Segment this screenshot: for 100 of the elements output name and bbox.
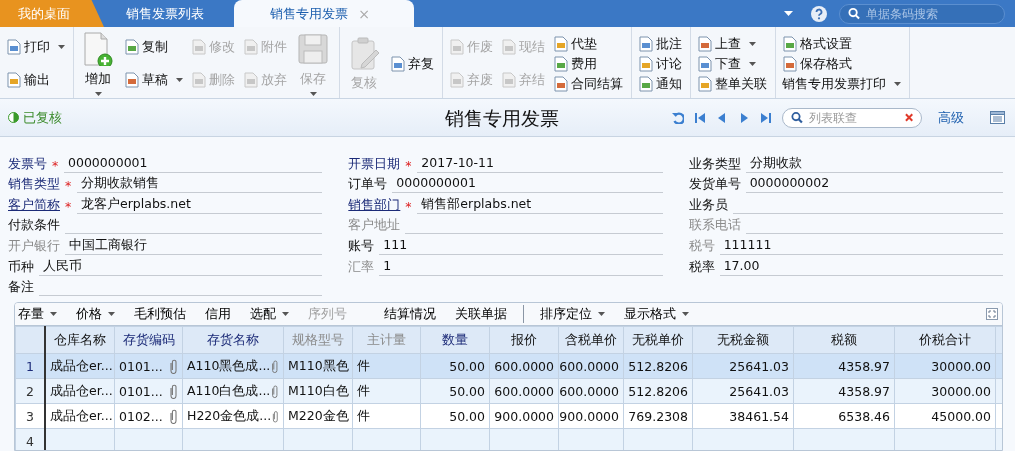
document-icon <box>243 71 259 88</box>
field-label: 币种 <box>8 258 34 276</box>
text-field[interactable]: 销售部erplabs.net <box>417 195 663 214</box>
table-cell: 600.0000 <box>559 383 619 399</box>
toolbar-button[interactable]: 选配 <box>247 305 291 323</box>
toolbar-button[interactable]: 显示格式 <box>621 305 691 323</box>
column-header[interactable]: 报价 <box>489 326 559 354</box>
table-row[interactable]: 4 <box>15 428 1002 450</box>
table-cell: 600.0000 <box>494 383 554 399</box>
refresh-icon[interactable] <box>672 111 684 124</box>
last-page-icon[interactable] <box>760 111 772 124</box>
caret-icon <box>784 11 793 16</box>
field-label: 账号 <box>348 237 375 255</box>
field-label: 发票号 <box>8 155 47 173</box>
toolbar-button[interactable]: 弃复 <box>388 53 436 74</box>
document-icon <box>191 39 207 56</box>
text-field[interactable]: 0000000001 <box>64 154 323 173</box>
toolbar-button[interactable]: 毛利预估 <box>131 305 188 323</box>
toolbar-button[interactable]: 复制 <box>122 37 170 58</box>
list-icon[interactable] <box>990 111 1005 124</box>
document-icon <box>449 39 465 56</box>
toolbar-button[interactable]: 增加 <box>78 31 118 96</box>
field-label: 订单号 <box>348 176 388 194</box>
search-bar[interactable]: 单据条码搜索 <box>839 3 1005 24</box>
table-cell: A110黑色成... <box>187 357 271 375</box>
advanced-link[interactable]: 高级 <box>938 108 964 127</box>
text-field[interactable]: 中国工商银行 <box>65 236 323 255</box>
toolbar-button[interactable]: 讨论 <box>636 54 684 74</box>
column-header[interactable]: 仓库名称 <box>45 326 115 354</box>
table-row[interactable]: 2 成品仓er... 0101... A110白色成... M110白色 件 50.00 600.0000 600.0000 512.8206 25641.03 4358.97 30000.00 <box>15 378 1002 404</box>
toolbar-button[interactable]: 存量 <box>15 305 59 323</box>
table-row[interactable]: 3 成品仓er... 0102... H220金色成... M220金色 件 50.00 900.0000 900.0000 769.2308 38461.54 6538.46 45000.00 <box>15 403 1002 429</box>
page-title: 销售专用发票 <box>445 106 559 131</box>
document-icon <box>638 76 654 92</box>
document-icon <box>553 56 569 72</box>
previous-icon[interactable] <box>716 111 728 124</box>
text-field[interactable]: 17.00 <box>719 257 1003 276</box>
field-link[interactable]: 客户简称 <box>8 196 60 214</box>
table-cell: 38461.54 <box>729 408 789 424</box>
toolbar-button[interactable]: 合同结算 <box>551 74 625 94</box>
text-field[interactable]: 111 <box>379 236 663 255</box>
tab[interactable]: 销售发票列表 <box>104 0 234 27</box>
search-field[interactable]: 单据条码搜索 <box>866 6 996 21</box>
text-field[interactable]: 1 <box>379 257 663 276</box>
text-field[interactable]: 分期收款 <box>745 154 1003 173</box>
document-icon <box>501 71 517 88</box>
toolbar-button[interactable]: 排序定位 <box>523 305 607 324</box>
toolbar-button[interactable]: 上查 <box>695 34 758 54</box>
table-cell: 900.0000 <box>559 408 619 424</box>
tab-label: 销售发票列表 <box>126 4 204 23</box>
table-cell: M220金色 <box>288 407 349 425</box>
caret-icon <box>176 77 183 82</box>
column-header[interactable]: 存货名称 <box>182 326 284 354</box>
toolbar-button[interactable]: 格式设置 <box>780 34 854 54</box>
next-icon[interactable] <box>738 111 750 124</box>
toolbar-button[interactable]: 保存格式 <box>780 54 854 74</box>
document-icon <box>501 39 517 56</box>
column-header[interactable]: 无税金额 <box>692 326 794 354</box>
paperclip-icon <box>271 408 279 424</box>
text-field[interactable]: 分期收款销售 <box>77 175 323 194</box>
toolbar-button[interactable]: 草稿 <box>122 69 185 90</box>
search-field[interactable]: 列表联查 <box>808 110 899 125</box>
toolbar-button[interactable]: 价格 <box>73 305 117 323</box>
text-field[interactable]: 111111 <box>719 236 1003 255</box>
search-bar[interactable]: 列表联查 <box>782 107 922 128</box>
column-header[interactable]: 数量 <box>420 326 490 354</box>
row-number: 1 <box>26 358 34 374</box>
column-header[interactable]: 无税单价 <box>623 326 693 354</box>
tab[interactable]: 销售专用发票 × <box>234 0 414 27</box>
toolbar-button[interactable]: 输出 <box>4 69 52 90</box>
toolbar-button[interactable]: 通知 <box>636 74 684 94</box>
toolbar-button[interactable]: 打印 <box>4 37 67 58</box>
field-label: 联系电话 <box>688 217 741 235</box>
toolbar-button[interactable]: 关联单据 <box>452 305 509 323</box>
column-header[interactable]: 存货编码 <box>114 326 183 354</box>
field-link[interactable]: 销售部门 <box>348 196 401 214</box>
toolbar-button[interactable]: 下查 <box>695 54 758 74</box>
toolbar-button[interactable]: 信用 <box>202 305 233 323</box>
toolbar-button[interactable]: 整单关联 <box>695 74 769 94</box>
toolbar-button[interactable]: 结算情况 <box>381 305 438 323</box>
table-cell: 600.0000 <box>559 358 619 374</box>
required-mark: * <box>65 198 71 214</box>
toolbar-button[interactable]: 费用 <box>551 54 599 74</box>
text-field[interactable]: 2017-10-11 <box>417 154 663 173</box>
text-field[interactable]: 0000000001 <box>392 175 663 194</box>
column-header[interactable]: 价税合计 <box>894 326 996 354</box>
toolbar-button[interactable]: 批注 <box>636 34 684 54</box>
first-page-icon[interactable] <box>694 111 706 124</box>
column-header[interactable]: 税额 <box>793 326 895 354</box>
column-header[interactable]: 含税单价 <box>558 326 624 354</box>
table-cell: M110黑色 <box>288 357 349 375</box>
document-icon <box>782 36 798 52</box>
fullscreen-icon[interactable] <box>986 308 998 321</box>
table-row[interactable]: 1 成品仓er... 0101... A110黑色成... M110黑色 件 50.00 600.0000 600.0000 512.8206 25641.03 4358.97 30000.00 <box>15 353 1002 379</box>
text-field[interactable]: 龙客户erplabs.net <box>77 195 323 214</box>
text-field[interactable]: 人民币 <box>39 257 323 276</box>
toolbar-button[interactable]: 销售专用发票打印 <box>780 74 903 94</box>
table-cell: 成品仓er... <box>50 407 113 425</box>
text-field[interactable]: 0000000002 <box>745 175 1003 194</box>
toolbar-button[interactable]: 代垫 <box>551 34 599 54</box>
